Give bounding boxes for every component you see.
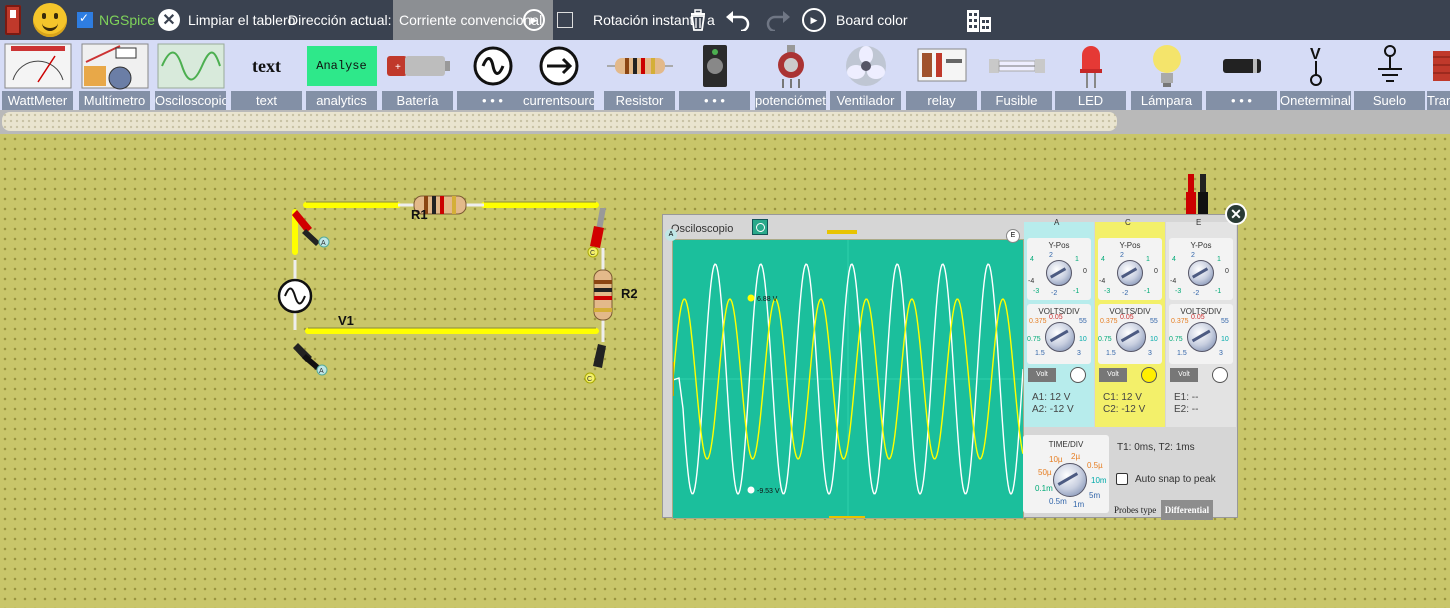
channel-c-readout-1: C1: 12 V — [1103, 392, 1142, 403]
oscilloscope-screen: 6.88 V -9.53 V — [670, 239, 1024, 520]
trigger-marker[interactable] — [827, 230, 857, 234]
volts-div-control: VOLTS/DIV 0.375 0.05 55 0.75 10 1.5 3 — [1098, 304, 1162, 364]
channel-e-readout-2: E2: -- — [1174, 404, 1199, 415]
peak-max-label: 6.88 V — [757, 296, 778, 303]
time-div-knob[interactable] — [1053, 463, 1087, 497]
channel-e-toggle-icon[interactable] — [1212, 367, 1228, 383]
channel-id: E — [1196, 218, 1202, 227]
channel-c-readout-2: C2: -12 V — [1103, 404, 1146, 415]
channel-a-toggle-icon[interactable] — [1070, 367, 1086, 383]
peak-min-marker[interactable] — [747, 486, 755, 494]
channel-c-toggle-icon[interactable] — [1141, 367, 1157, 383]
v1-label: V1 — [338, 313, 354, 328]
channel-a-marker[interactable]: A — [665, 229, 677, 241]
y-pos-knob[interactable] — [1046, 260, 1072, 286]
channel-c-panel: C Y-Pos 4 2 1 0 -4 -3 -2 -1 VOLTS/DIV 0.… — [1095, 218, 1165, 427]
channel-id: C — [1125, 218, 1131, 227]
volts-div-knob[interactable] — [1045, 322, 1075, 352]
probes-type: Probes type Differential — [1114, 500, 1214, 520]
oscilloscope-run-button[interactable] — [752, 219, 768, 235]
resistor-r2[interactable] — [593, 269, 613, 321]
probe-a-tag: A — [321, 240, 326, 247]
peak-min-label: -9.53 V — [757, 488, 780, 495]
y-pos-control: Y-Pos 4 2 1 0 -4 -3 -2 -1 — [1169, 238, 1233, 300]
volt-button[interactable]: Volt — [1028, 368, 1056, 382]
volt-button[interactable]: Volt — [1099, 368, 1127, 382]
y-pos-control: Y-Pos 4 2 1 0 -4 -3 -2 -1 — [1098, 238, 1162, 300]
peak-max-marker[interactable] — [747, 294, 755, 302]
auto-snap-label: Auto snap to peak — [1135, 473, 1216, 485]
volts-div-control: VOLTS/DIV 0.375 0.05 55 0.75 10 1.5 3 — [1169, 304, 1233, 364]
volt-button[interactable]: Volt — [1170, 368, 1198, 382]
auto-snap-checkbox[interactable] — [1116, 473, 1128, 485]
probe-c-tag: C — [587, 376, 592, 383]
auto-snap-toggle[interactable]: Auto snap to peak — [1116, 473, 1216, 485]
cursor-time-readout: T1: 0ms, T2: 1ms — [1117, 442, 1195, 453]
ac-source-v1[interactable] — [277, 278, 313, 314]
channel-a-readout-2: A2: -12 V — [1032, 404, 1074, 415]
waveform-display — [670, 240, 1024, 520]
y-pos-knob[interactable] — [1188, 260, 1214, 286]
oscilloscope-close-icon[interactable]: ✕ — [1225, 203, 1247, 225]
channel-e-panel: E Y-Pos 4 2 1 0 -4 -3 -2 -1 VOLTS/DIV 0.… — [1166, 218, 1236, 427]
volts-div-knob[interactable] — [1187, 322, 1217, 352]
channel-id: A — [1054, 218, 1060, 227]
channel-a-readout-1: A1: 12 V — [1032, 392, 1071, 403]
volts-div-knob[interactable] — [1116, 322, 1146, 352]
play-icon — [755, 222, 765, 232]
y-pos-control: Y-Pos 4 2 1 0 -4 -3 -2 -1 — [1027, 238, 1091, 300]
probes-type-button[interactable]: Differential — [1160, 500, 1214, 520]
oscilloscope-title: Osciloscopio — [671, 223, 734, 235]
channel-e-readout-1: E1: -- — [1174, 392, 1199, 403]
volts-div-control: VOLTS/DIV 0.375 0.05 55 0.75 10 1.5 3 — [1027, 304, 1091, 364]
r1-label: R1 — [411, 207, 428, 222]
probe-a-tag: A — [319, 368, 324, 375]
r2-label: R2 — [621, 286, 638, 301]
probes-type-label: Probes type — [1114, 505, 1157, 515]
probe-c-tag: C — [590, 250, 595, 257]
y-pos-knob[interactable] — [1117, 260, 1143, 286]
channel-e-marker[interactable]: E — [1006, 229, 1020, 243]
channel-a-panel: A Y-Pos 4 2 1 0 -4 -3 -2 -1 VOLTS/DIV 0.… — [1024, 218, 1094, 427]
time-div-control: TIME/DIV 10µ 2µ 50µ 0.5µ 0.1m 10m 5m 0.5… — [1023, 435, 1109, 513]
